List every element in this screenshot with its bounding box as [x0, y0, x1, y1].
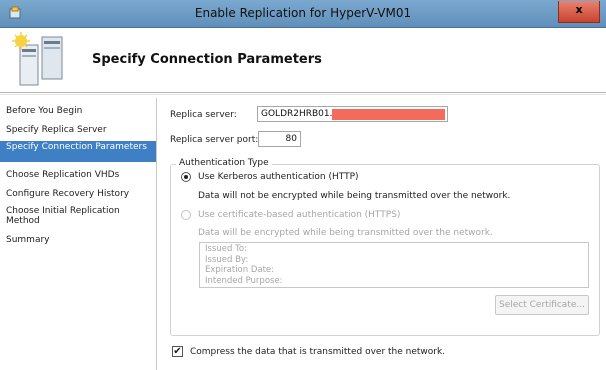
redaction-mark [332, 109, 445, 120]
intended-purpose-label: Intended Purpose: [205, 275, 283, 286]
close-icon: x [575, 3, 583, 16]
close-button[interactable]: x [558, 1, 600, 23]
replica-port-input[interactable]: 80 [258, 131, 301, 147]
nav-step-choose-initial-replication-method[interactable]: Choose Initial Replication Method [0, 206, 156, 228]
replica-server-label: Replica server: [170, 110, 237, 120]
nav-step-specify-connection-parameters[interactable]: Specify Connection Parameters [0, 141, 156, 162]
replica-port-label: Replica server port: [170, 135, 259, 145]
certificate-label[interactable]: Use certificate-based authentication (HT… [198, 210, 400, 220]
nav-divider [156, 98, 157, 370]
kerberos-note: Data will not be encrypted while being t… [198, 191, 511, 201]
issued-to-label: Issued To: [205, 244, 247, 254]
select-certificate-button[interactable]: Select Certificate... [495, 295, 589, 315]
certificate-note: Data will be encrypted while being trans… [198, 228, 493, 238]
issued-by-label: Issued By: [205, 254, 249, 265]
compress-checkbox[interactable]: ✔ [172, 346, 183, 357]
nav-step-configure-recovery-history[interactable]: Configure Recovery History [0, 189, 156, 201]
kerberos-label[interactable]: Use Kerberos authentication (HTTP) [198, 172, 359, 182]
nav-step-before-you-begin[interactable]: Before You Begin [0, 106, 156, 118]
nav-step-summary[interactable]: Summary [0, 235, 156, 247]
nav-step-specify-replica-server[interactable]: Specify Replica Server [0, 125, 156, 137]
check-icon: ✔ [173, 346, 182, 357]
authentication-type-title: Authentication Type [176, 158, 272, 168]
server-wizard-icon [12, 32, 63, 86]
compress-label[interactable]: Compress the data that is transmitted ov… [190, 347, 445, 357]
replica-server-value: GOLDR2HRB01. [261, 109, 333, 119]
replica-server-input[interactable]: GOLDR2HRB01. [257, 106, 448, 122]
certificate-details-box: Issued To: Issued By: Expiration Date: I… [199, 242, 589, 288]
kerberos-radio[interactable] [181, 172, 191, 182]
header-divider-shadow [0, 94, 606, 95]
expiration-date-label: Expiration Date: [205, 265, 275, 275]
certificate-radio[interactable] [181, 210, 191, 220]
header-divider [0, 92, 606, 93]
nav-step-choose-replication-vhds[interactable]: Choose Replication VHDs [0, 170, 156, 182]
wizard-steps-nav: Before You Begin Specify Replica Server … [0, 98, 156, 370]
page-title: Specify Connection Parameters [92, 52, 322, 67]
title-bar[interactable]: Enable Replication for HyperV-VM01 x [0, 0, 606, 28]
wizard-header: Specify Connection Parameters [0, 28, 606, 92]
window-title: Enable Replication for HyperV-VM01 [194, 6, 412, 20]
